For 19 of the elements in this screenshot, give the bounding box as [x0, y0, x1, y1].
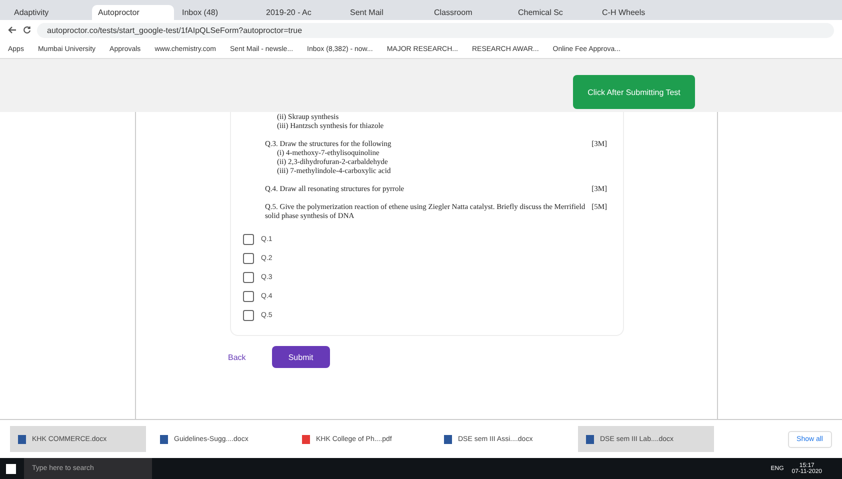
back-arrow-icon[interactable] — [8, 26, 17, 34]
browser-tab[interactable]: Chemical Sc — [512, 5, 594, 20]
checkbox[interactable] — [243, 234, 254, 245]
submit-button[interactable]: Submit — [272, 346, 330, 368]
browser-tab[interactable]: Classroom — [428, 5, 510, 20]
reload-icon[interactable] — [23, 26, 31, 34]
browser-tab[interactable]: Autoproctor — [92, 5, 174, 20]
browser-tab[interactable]: Inbox (48) — [176, 5, 258, 20]
browser-tab[interactable]: 2019-20 - Ac — [260, 5, 342, 20]
browser-tab[interactable]: Adaptivity — [8, 5, 90, 20]
checkbox[interactable] — [243, 291, 254, 302]
windows-icon[interactable] — [6, 464, 16, 474]
checkbox[interactable] — [243, 272, 254, 283]
browser-tab[interactable]: Sent Mail — [344, 5, 426, 20]
checkbox[interactable] — [243, 310, 254, 321]
browser-tab[interactable]: C-H Wheels — [596, 5, 678, 20]
address-bar[interactable]: autoproctor.co/tests/start_google-test/1fAIpQLSeForm?autoproctor=true — [37, 22, 834, 38]
checkbox[interactable] — [243, 253, 254, 264]
back-button[interactable]: Back — [222, 352, 252, 362]
